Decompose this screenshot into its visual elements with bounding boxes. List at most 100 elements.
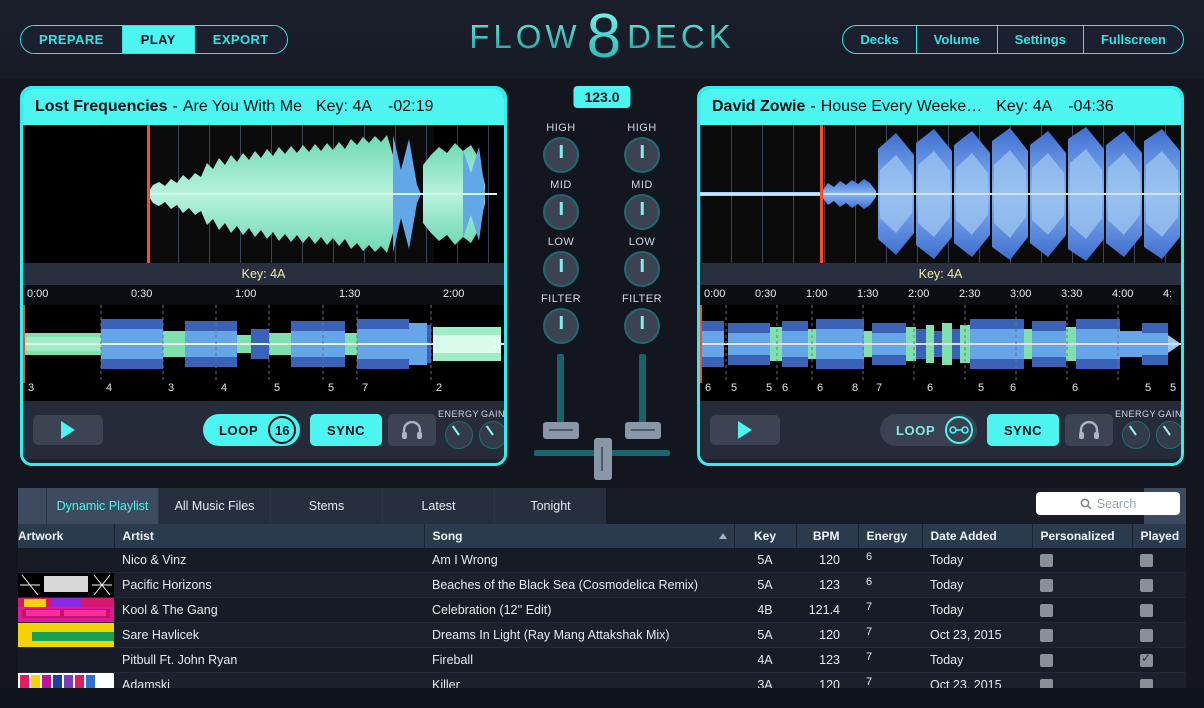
tab-prepare[interactable]: PREPARE [21,26,123,53]
knob-label-low-a: LOW [547,236,575,248]
cell-date-added: Oct 23, 2015 [922,622,1032,648]
table-row[interactable]: Pitbull Ft. John Ryan Fireball 4A 123 7 Today [18,647,1186,673]
cell-artwork [18,572,114,598]
decks-button[interactable]: Decks [843,26,917,53]
column-header-personalized[interactable]: Personalized [1032,524,1133,548]
table-row[interactable]: Kool & The Gang Celebration (12'' Edit) 4B… [18,597,1186,623]
settings-button[interactable]: Settings [998,26,1084,53]
deck-left-sync-button[interactable]: SYNC [310,414,382,446]
tab-export[interactable]: EXPORT [194,26,287,53]
search-input[interactable]: Search [1036,492,1180,515]
deck-left-cue-button[interactable] [388,414,436,446]
deck-left-loop-label: LOOP [219,422,259,438]
ruler-tick: 1:30 [857,288,879,300]
high-knob-a[interactable] [543,137,579,173]
knob-label-mid-b: MID [631,179,653,191]
deck-right-sync-button[interactable]: SYNC [987,414,1059,446]
fullscreen-button[interactable]: Fullscreen [1084,26,1183,53]
played-checkbox[interactable] [1140,579,1153,593]
cell-artwork [18,597,114,623]
deck-right-overview-waveform[interactable] [700,305,1181,383]
cell-energy: 7 [858,622,922,648]
knob-label-high-b: HIGH [627,122,657,134]
deck-right-cue-button[interactable] [1065,414,1113,446]
loop-link-icon [949,426,970,434]
column-header-date-added[interactable]: Date Added [922,524,1033,548]
crossfader-handle[interactable] [594,438,612,480]
column-header-key[interactable]: Key [734,524,797,548]
filter-knob-b[interactable] [624,308,660,344]
deck-right-gain-knob[interactable] [1156,421,1181,449]
mixer-panel: 123.0 HIGH MID LOW FILTER HIGH MID LOW F… [512,86,692,480]
personalized-checkbox[interactable] [1040,629,1053,643]
volume-fader-handle-b[interactable] [625,422,661,439]
table-row[interactable]: Adamski Killer 3A 120 7 Oct 23, 2015 [18,672,1186,688]
volume-fader-handle-a[interactable] [543,422,579,439]
mode-segmented-control[interactable]: PREPARE PLAY EXPORT [20,25,288,54]
played-checkbox[interactable] [1140,604,1153,618]
column-header-artwork[interactable]: Artwork [18,524,115,548]
personalized-checkbox[interactable] [1040,554,1053,568]
deck-right-waveform[interactable] [700,125,1181,263]
tab-stems[interactable]: Stems [270,488,382,524]
high-knob-b[interactable] [624,137,660,173]
energy-mark: 5 [978,382,985,394]
tab-dynamic-playlist[interactable]: Dynamic Playlist [46,488,158,524]
deck-right-play-button[interactable] [710,415,780,445]
personalized-checkbox[interactable] [1040,679,1053,688]
column-header-song[interactable]: Song [424,524,735,548]
table-row[interactable]: Sare Havlicek Dreams In Light (Ray Mang A… [18,622,1186,648]
deck-left-playhead[interactable] [147,125,150,263]
deck-left-gain-knob-wrap: GAIN [479,409,504,449]
logo-text-deck: DECK [627,18,735,56]
tab-latest[interactable]: Latest [382,488,494,524]
column-header-played[interactable]: Played [1132,524,1186,548]
tab-tonight[interactable]: Tonight [494,488,606,524]
personalized-checkbox[interactable] [1040,579,1053,593]
tab-play[interactable]: PLAY [122,26,195,53]
table-row[interactable]: Nico & Vinz Am I Wrong 5A 120 6 Today [18,548,1186,573]
deck-left-overview-waveform[interactable] [23,305,504,383]
knob-label-high-a: HIGH [546,122,576,134]
deck-left-overview-graphic [23,305,504,383]
mixer-channel-b: HIGH MID LOW FILTER [611,116,673,344]
ruler-tick: 2:00 [908,288,930,300]
mid-knob-a[interactable] [543,194,579,230]
played-checkbox[interactable] [1140,554,1153,568]
deck-left-gain-knob[interactable] [479,421,504,449]
tab-all-music-files[interactable]: All Music Files [158,488,270,524]
deck-left-loop-button[interactable]: LOOP 16 [203,414,301,446]
deck-right-dash: - [810,98,816,115]
deck-right-timeline-ruler: 0:00 0:30 1:00 1:30 2:00 2:30 3:00 3:30 … [700,285,1181,305]
deck-left-energy-row: 3 4 3 4 5 5 7 2 [23,382,504,401]
column-header-artist[interactable]: Artist [114,524,425,548]
deck-left-energy-knob[interactable] [444,421,473,449]
low-knob-b[interactable] [624,251,660,287]
play-icon [61,421,75,439]
ruler-tick: 1:30 [339,288,361,300]
ruler-tick: 0:00 [27,288,49,300]
ruler-tick: 3:00 [1010,288,1032,300]
top-button-group[interactable]: Decks Volume Settings Fullscreen [842,25,1184,54]
low-knob-a[interactable] [543,251,579,287]
played-checkbox[interactable] [1140,679,1153,688]
filter-knob-a[interactable] [543,308,579,344]
played-checkbox[interactable] [1140,651,1153,668]
deck-right-energy-knob[interactable] [1121,421,1150,449]
volume-button[interactable]: Volume [917,26,998,53]
bpm-display[interactable]: 123.0 [573,86,631,108]
column-header-energy[interactable]: Energy [858,524,923,548]
personalized-checkbox[interactable] [1040,604,1053,618]
played-checkbox[interactable] [1140,629,1153,643]
deck-right-loop-button[interactable]: LOOP [880,414,978,446]
table-row[interactable]: Pacific Horizons Beaches of the Black Sea… [18,572,1186,598]
ruler-tick: 4: [1163,288,1173,300]
deck-right-playhead[interactable] [820,125,823,263]
column-header-bpm[interactable]: BPM [796,524,859,548]
deck-left-play-button[interactable] [33,415,103,445]
mid-knob-b[interactable] [624,194,660,230]
table-header-row: Artwork Artist Song Key BPM Energy Date … [18,524,1186,548]
deck-left-waveform[interactable] [23,125,504,263]
deck-left-key-strip: Key: 4A [23,263,504,285]
personalized-checkbox[interactable] [1040,654,1053,668]
